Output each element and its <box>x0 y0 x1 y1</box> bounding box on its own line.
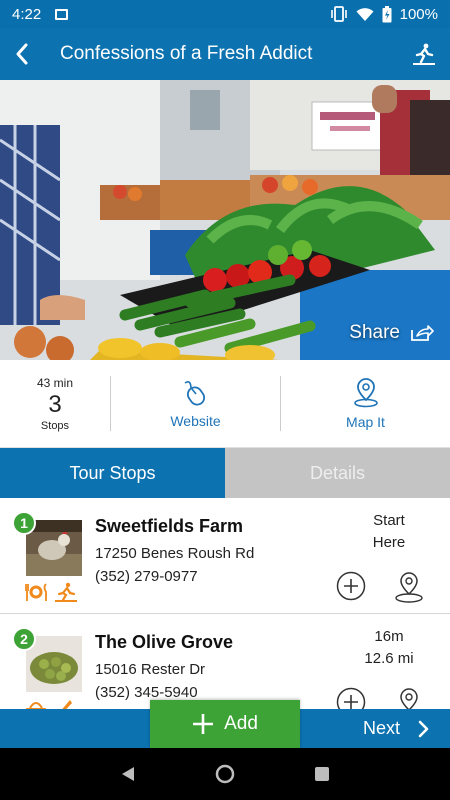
amenity-icons <box>24 582 78 602</box>
wifi-icon <box>356 7 374 21</box>
status-bar: 4:22 100% <box>0 0 450 28</box>
stop-distance-line1: 16m <box>374 628 404 645</box>
plus-icon <box>193 714 214 734</box>
map-pin-icon <box>353 377 378 407</box>
add-button[interactable]: Add <box>150 700 300 748</box>
hiker-icon <box>413 43 435 65</box>
knife-icon <box>62 700 72 709</box>
stop-card[interactable]: 2 The Olive Grove 15016 Rester Dr (352) … <box>0 614 450 709</box>
image-notification-icon <box>55 8 69 20</box>
page-title: Confessions of a Fresh Addict <box>60 43 313 64</box>
stop-distance-line2: Here <box>372 534 406 551</box>
tour-duration: 43 min <box>36 375 74 390</box>
stop-address: 15016 Rester Dr <box>95 661 206 678</box>
tour-stats: 43 min 3 Stops <box>0 360 110 447</box>
dining-icon <box>25 583 47 601</box>
hero-image: Share <box>0 80 450 360</box>
stop-distance: Start Here <box>354 510 424 554</box>
map-pin-icon[interactable] <box>393 570 425 604</box>
next-label: Next <box>362 718 400 738</box>
map-it-label: Map It <box>346 413 385 430</box>
battery-charging-icon <box>382 5 392 22</box>
chevron-left-icon <box>16 43 28 65</box>
add-stop-icon[interactable] <box>336 687 366 709</box>
recents-square-icon[interactable] <box>313 765 331 783</box>
tab-bar: Tour Stops Details <box>0 448 450 498</box>
stop-distance: 16m 12.6 mi <box>354 626 424 670</box>
share-button[interactable]: Share <box>349 322 434 344</box>
app-bar: Confessions of a Fresh Addict <box>0 28 450 80</box>
stop-name: Sweetfields Farm <box>95 516 244 536</box>
status-time: 4:22 <box>12 5 42 23</box>
amenity-icons <box>24 698 74 709</box>
map-it-button[interactable]: Map It <box>281 360 450 447</box>
tab-tour-stops[interactable]: Tour Stops <box>0 448 225 498</box>
home-circle-icon[interactable] <box>215 764 235 784</box>
stop-number-badge: 2 <box>12 627 36 651</box>
basket-icon <box>26 702 46 709</box>
add-stop-icon[interactable] <box>336 571 366 601</box>
website-button[interactable]: Website <box>111 360 280 447</box>
chevron-right-icon <box>418 720 429 737</box>
hiking-icon <box>55 582 77 602</box>
website-label: Website <box>170 412 221 429</box>
stop-distance-line2: 12.6 mi <box>364 650 414 667</box>
stop-count: 3 <box>48 390 62 418</box>
tour-info-row: 43 min 3 Stops Website Map It <box>0 360 450 448</box>
stop-phone[interactable]: (352) 345-5940 <box>95 684 198 701</box>
share-icon <box>411 325 434 341</box>
tour-stops-list: 1 Sweetfields Farm 17250 Benes Roush Rd … <box>0 498 450 709</box>
next-button[interactable]: Next <box>363 709 430 748</box>
add-label: Add <box>224 713 258 734</box>
back-triangle-icon[interactable] <box>119 765 137 783</box>
stop-number-badge: 1 <box>12 511 36 535</box>
vibrate-icon <box>330 6 347 22</box>
stop-unit: Stops <box>40 419 70 432</box>
market-photo <box>0 80 450 360</box>
stop-name: The Olive Grove <box>95 632 234 652</box>
map-pin-icon[interactable] <box>393 686 425 709</box>
mouse-icon <box>184 380 205 406</box>
stop-distance-line1: Start <box>373 512 405 529</box>
share-label: Share <box>349 322 400 343</box>
system-nav-bar <box>0 748 450 800</box>
back-button[interactable] <box>0 28 44 80</box>
stop-card[interactable]: 1 Sweetfields Farm 17250 Benes Roush Rd … <box>0 498 450 614</box>
tab-details[interactable]: Details <box>225 448 450 498</box>
stop-phone[interactable]: (352) 279-0977 <box>95 568 198 585</box>
stop-address: 17250 Benes Roush Rd <box>95 545 255 562</box>
hiker-button[interactable] <box>398 28 450 80</box>
battery-percent: 100% <box>399 5 438 23</box>
